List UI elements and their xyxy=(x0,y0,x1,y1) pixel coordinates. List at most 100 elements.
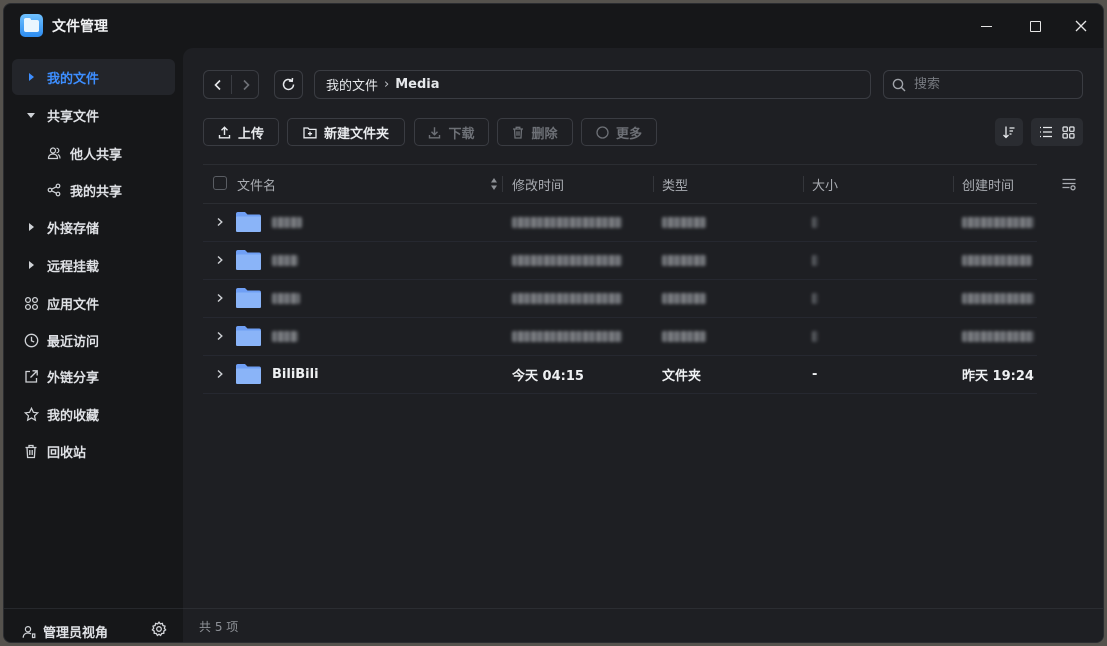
external-link-icon xyxy=(23,368,39,384)
forward-button[interactable] xyxy=(232,71,259,98)
created-time xyxy=(962,204,1034,241)
file-type xyxy=(662,204,706,241)
sidebar-item-favorites[interactable]: 我的收藏 xyxy=(12,396,175,432)
grid-view-button[interactable] xyxy=(1059,123,1077,141)
redacted-text xyxy=(512,217,622,228)
redacted-text xyxy=(662,293,706,304)
search-input[interactable] xyxy=(912,76,1076,93)
admin-view-toggle[interactable]: 管理员视角 xyxy=(22,622,108,641)
file-type xyxy=(662,280,706,317)
caret-right-icon xyxy=(23,257,39,273)
chevron-right-icon[interactable] xyxy=(215,217,225,227)
app-logo-icon xyxy=(20,14,43,37)
sidebar-item-label: 外接存储 xyxy=(47,221,100,237)
sidebar-footer: 管理员视角 xyxy=(4,608,183,642)
sidebar: 我的文件 共享文件 他人共享 我的共享 外接存储 远程挂载 应用文件 最近访问 … xyxy=(4,48,183,642)
chevron-right-icon[interactable] xyxy=(215,293,225,303)
sidebar-item-remote-mount[interactable]: 远程挂载 xyxy=(12,247,175,283)
sidebar-item-external-storage[interactable]: 外接存储 xyxy=(12,209,175,245)
table-row[interactable] xyxy=(203,318,1037,356)
refresh-button[interactable] xyxy=(274,70,303,99)
sidebar-item-shared-with-me[interactable]: 他人共享 xyxy=(12,135,175,171)
file-table: 文件名 修改时间 类型 大小 创建时间 BiliBili 今天 04:15 文件… xyxy=(203,164,1037,394)
admin-view-label: 管理员视角 xyxy=(43,626,109,641)
file-name xyxy=(272,204,302,241)
redacted-text xyxy=(272,255,298,266)
new-folder-button[interactable]: 新建文件夹 xyxy=(287,118,405,146)
column-divider xyxy=(653,176,654,192)
chevron-right-icon[interactable] xyxy=(215,255,225,265)
modified-time xyxy=(512,280,622,317)
chevron-left-icon xyxy=(213,79,221,90)
app-window: 文件管理 我的文件 共享文件 他人共享 我的共享 外接存储 远程挂载 应用文件 … xyxy=(3,3,1104,643)
column-divider xyxy=(953,176,954,192)
sort-icon xyxy=(1003,126,1015,139)
sidebar-item-external-links[interactable]: 外链分享 xyxy=(12,358,175,394)
redacted-text xyxy=(512,331,622,342)
refresh-icon xyxy=(282,77,295,91)
folder-plus-icon xyxy=(303,126,317,139)
breadcrumb-root[interactable]: 我的文件 xyxy=(326,75,378,94)
settings-button[interactable] xyxy=(151,621,167,637)
sort-button[interactable] xyxy=(995,118,1023,146)
search-icon xyxy=(892,78,906,91)
minimize-button[interactable] xyxy=(974,14,998,38)
breadcrumb-current[interactable]: Media xyxy=(395,77,439,92)
upload-label: 上传 xyxy=(237,126,264,142)
file-name xyxy=(272,280,300,317)
sidebar-item-my-files[interactable]: 我的文件 xyxy=(12,59,175,95)
table-body: BiliBili 今天 04:15 文件夹 - 昨天 19:24 xyxy=(203,204,1037,394)
chevron-right-icon[interactable] xyxy=(215,369,225,379)
redacted-text xyxy=(962,293,1034,304)
new-folder-label: 新建文件夹 xyxy=(323,126,389,142)
column-header-type[interactable]: 类型 xyxy=(662,165,688,203)
apps-icon xyxy=(23,295,39,311)
download-button[interactable]: 下载 xyxy=(414,118,489,146)
close-icon xyxy=(1075,20,1087,32)
table-row[interactable] xyxy=(203,204,1037,242)
table-row[interactable] xyxy=(203,280,1037,318)
more-label: 更多 xyxy=(615,126,642,142)
file-name xyxy=(272,242,298,279)
delete-label: 删除 xyxy=(531,126,558,142)
sidebar-item-recent[interactable]: 最近访问 xyxy=(12,322,175,358)
column-settings-icon[interactable] xyxy=(1061,176,1077,192)
gear-icon xyxy=(151,621,167,637)
share-nodes-icon xyxy=(46,182,62,198)
folder-icon xyxy=(236,250,261,270)
trash-icon xyxy=(512,126,524,139)
created-time: 昨天 19:24 xyxy=(962,369,1034,384)
table-header: 文件名 修改时间 类型 大小 创建时间 xyxy=(203,164,1037,204)
file-name xyxy=(272,318,298,355)
list-view-button[interactable] xyxy=(1037,123,1055,141)
main-panel: 我的文件 › Media 上传 新建文件夹 下载 xyxy=(183,48,1103,642)
upload-button[interactable]: 上传 xyxy=(203,118,279,146)
more-button[interactable]: 更多 xyxy=(581,118,657,146)
sidebar-item-app-files[interactable]: 应用文件 xyxy=(12,285,175,321)
file-type: 文件夹 xyxy=(662,369,702,384)
back-button[interactable] xyxy=(204,71,231,98)
folder-icon xyxy=(236,364,261,384)
sidebar-item-trash[interactable]: 回收站 xyxy=(12,433,175,469)
column-header-size[interactable]: 大小 xyxy=(812,165,838,203)
column-header-modified[interactable]: 修改时间 xyxy=(512,165,564,203)
column-divider xyxy=(803,176,804,192)
delete-button[interactable]: 删除 xyxy=(497,118,573,146)
file-size xyxy=(812,280,818,317)
redacted-text xyxy=(272,293,300,304)
download-label: 下载 xyxy=(448,126,475,142)
sidebar-item-shared-files[interactable]: 共享文件 xyxy=(12,97,175,133)
file-size xyxy=(812,242,818,279)
chevron-right-icon[interactable] xyxy=(215,331,225,341)
close-button[interactable] xyxy=(1069,14,1093,38)
column-header-created[interactable]: 创建时间 xyxy=(962,165,1014,203)
maximize-button[interactable] xyxy=(1023,14,1047,38)
sidebar-item-label: 外链分享 xyxy=(47,370,100,386)
sidebar-item-label: 远程挂载 xyxy=(47,259,100,275)
sidebar-item-my-shares[interactable]: 我的共享 xyxy=(12,172,175,208)
select-all-checkbox[interactable] xyxy=(213,176,227,190)
column-header-name[interactable]: 文件名 xyxy=(237,165,276,203)
table-row[interactable] xyxy=(203,242,1037,280)
sort-caret-icon[interactable] xyxy=(490,175,498,193)
table-row[interactable]: BiliBili 今天 04:15 文件夹 - 昨天 19:24 xyxy=(203,356,1037,394)
